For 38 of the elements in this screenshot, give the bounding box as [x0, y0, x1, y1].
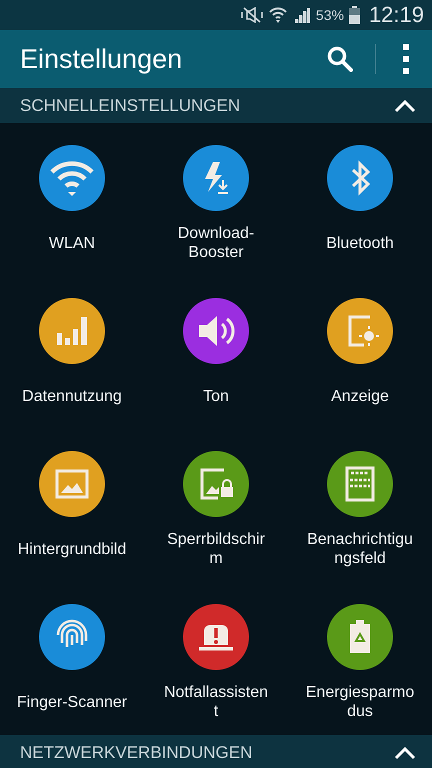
- tile-label: Notfallassisten t: [164, 683, 268, 721]
- tile-label: Benachrichtigu ngsfeld: [307, 530, 413, 568]
- signal-icon: [292, 7, 311, 23]
- tile-label: Anzeige: [331, 386, 389, 406]
- wifi-icon[interactable]: [39, 145, 105, 211]
- section-title: SCHNELLEINSTELLUNGEN: [20, 96, 242, 116]
- picture-frame-icon[interactable]: [39, 451, 105, 517]
- tile-label: Download- Booster: [178, 224, 254, 262]
- tile-label: Bluetooth: [326, 234, 394, 252]
- tile-label: Sperrbildschir m: [167, 530, 265, 568]
- screen-title: Einstellungen: [20, 44, 184, 74]
- lightning-download-icon[interactable]: [183, 145, 249, 211]
- tile-label: Energiesparmo dus: [306, 683, 414, 721]
- battery-percent: 53%: [316, 7, 344, 23]
- tile-label: Finger-Scanner: [16, 692, 128, 712]
- bar-chart-icon[interactable]: [39, 298, 105, 364]
- tile-label: WLAN: [48, 234, 96, 252]
- mute-vibrate-icon: [240, 7, 263, 23]
- tile-label: Ton: [203, 386, 229, 406]
- screen-brightness-icon[interactable]: [327, 298, 393, 364]
- wifi-icon: [268, 6, 288, 24]
- fingerprint-icon[interactable]: [39, 604, 105, 670]
- menu-icon[interactable]: [402, 44, 410, 74]
- clock: 12:19: [368, 2, 424, 28]
- section-header[interactable]: NETZWERKVERBINDUNGEN: [0, 735, 432, 768]
- section-header[interactable]: SCHNELLEINSTELLUNGEN: [0, 88, 432, 123]
- section-title: NETZWERKVERBINDUNGEN: [20, 742, 254, 762]
- speaker-icon[interactable]: [183, 298, 249, 364]
- tile-label: Hintergrundbild: [18, 540, 126, 558]
- search-icon[interactable]: [327, 46, 353, 72]
- notification-panel-icon[interactable]: [327, 451, 393, 517]
- warning-light-icon[interactable]: [183, 604, 249, 670]
- tile-label: Datennutzung: [22, 386, 122, 406]
- battery-icon: [348, 6, 360, 24]
- picture-lock-icon[interactable]: [183, 451, 249, 517]
- bluetooth-icon[interactable]: [327, 145, 393, 211]
- collapse-chevron-icon[interactable]: [394, 98, 416, 112]
- collapse-chevron-icon[interactable]: [394, 746, 416, 760]
